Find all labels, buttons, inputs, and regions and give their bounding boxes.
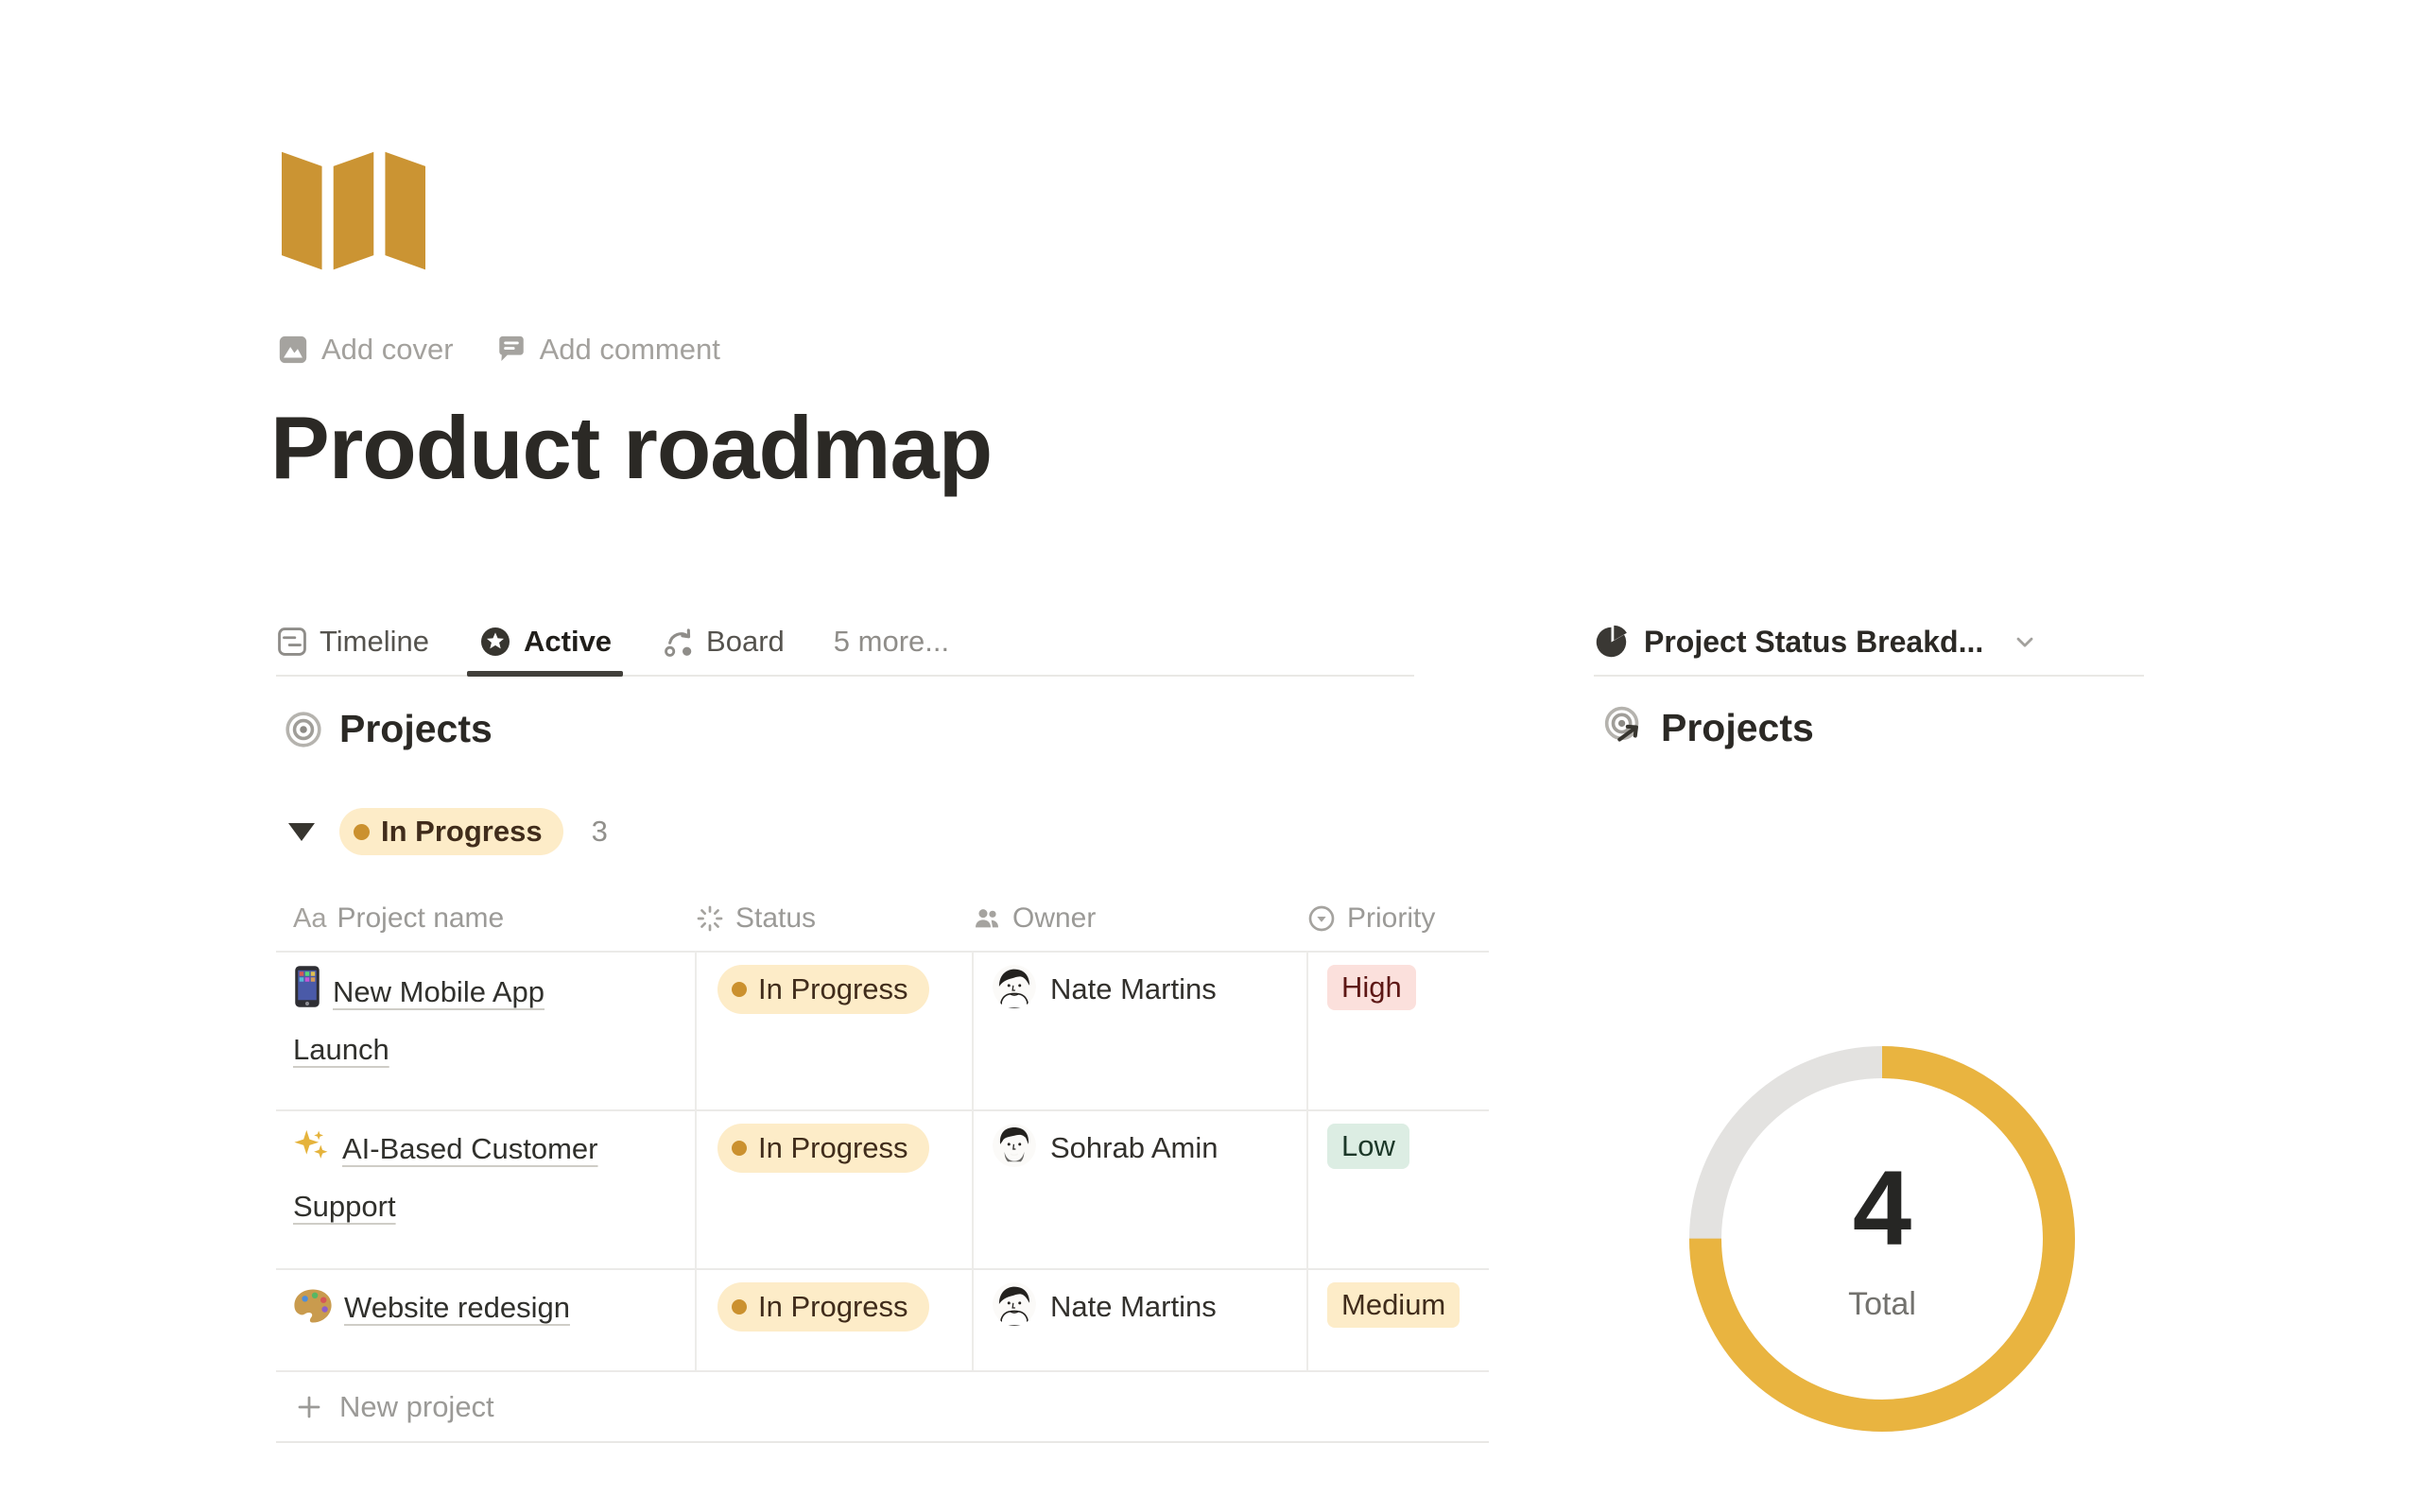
add-cover-button[interactable]: Add cover (277, 333, 454, 367)
table-row-cell-name[interactable]: New Mobile App Launch (276, 951, 695, 1109)
tab-project-status-breakdown[interactable]: Project Status Breakd... (1594, 625, 2038, 660)
page-actions: Add cover Add comment (277, 333, 720, 367)
page-icon-map[interactable] (282, 142, 425, 274)
status-dot-icon (732, 1141, 747, 1156)
table-body: New Mobile App Launch In Progress Nate M… (276, 951, 1489, 1443)
table-row-cell-priority: Medium (1306, 1268, 1489, 1370)
status-donut-chart[interactable] (1688, 1045, 2076, 1433)
column-header-priority[interactable]: Priority (1306, 886, 1489, 951)
table-row-cell-status: In Progress (695, 1268, 972, 1370)
table-row-cell-status: In Progress (695, 1109, 972, 1268)
column-header-status[interactable]: Status (695, 886, 972, 951)
column-header-owner[interactable]: Owner (972, 886, 1306, 951)
table-row-cell-priority: Low (1306, 1109, 1489, 1268)
pie-chart-icon (1594, 625, 1629, 660)
status-label: In Progress (758, 972, 908, 1006)
star-icon (478, 625, 512, 659)
avatar-nate-martins[interactable] (993, 1282, 1036, 1326)
text-icon: Aa (293, 903, 326, 935)
right-tab-label: Project Status Breakd... (1644, 625, 1983, 660)
status-label: In Progress (758, 1131, 908, 1165)
plus-icon (295, 1393, 323, 1421)
table-row-cell-name[interactable]: Website redesign (276, 1268, 695, 1370)
column-label: Priority (1347, 902, 1435, 935)
projects-section-header: Projects (284, 707, 493, 751)
status-label: In Progress (758, 1290, 908, 1324)
linked-projects-title: Projects (1661, 706, 1814, 750)
tab-board-label: Board (706, 625, 785, 659)
table-row-cell-priority: High (1306, 951, 1489, 1109)
more-views-button[interactable]: 5 more... (834, 625, 949, 659)
projects-table: Aa Project name Status Owner (276, 886, 1489, 1443)
add-comment-label: Add comment (540, 333, 720, 367)
active-tab-underline (467, 671, 623, 677)
owner-name: Sohrab Amin (1050, 1124, 1219, 1165)
tab-timeline[interactable]: Timeline (276, 609, 429, 675)
project-link[interactable]: Website redesign (344, 1291, 570, 1324)
avatar-sohrab-amin[interactable] (993, 1124, 1036, 1167)
timeline-view-icon (276, 626, 308, 658)
column-header-project-name[interactable]: Aa Project name (276, 886, 695, 951)
status-dot-icon (732, 1299, 747, 1314)
priority-pill[interactable]: Low (1327, 1124, 1409, 1169)
board-view-icon (661, 625, 695, 659)
status-pill[interactable]: In Progress (717, 965, 929, 1014)
map-icon (282, 142, 425, 274)
table-row-cell-name[interactable]: AI-Based Customer Support (276, 1109, 695, 1268)
collapse-toggle-icon[interactable] (288, 823, 315, 841)
target-icon (284, 710, 323, 749)
chevron-down-icon[interactable] (2012, 628, 2038, 655)
group-count: 3 (592, 815, 608, 849)
table-row-cell-status: In Progress (695, 951, 972, 1109)
right-view-tabs: Project Status Breakd... (1594, 609, 2144, 677)
add-comment-button[interactable]: Add comment (495, 333, 720, 367)
spinner-icon (695, 903, 725, 934)
owner-name: Nate Martins (1050, 965, 1217, 1006)
column-label: Owner (1012, 902, 1096, 935)
mobile-phone-icon (293, 965, 321, 1024)
table-header-row: Aa Project name Status Owner (276, 886, 1489, 951)
new-project-button[interactable]: New project (276, 1370, 1489, 1443)
tab-active[interactable]: Active (478, 609, 612, 675)
comment-icon (495, 334, 527, 366)
people-icon (972, 903, 1002, 934)
status-dot-icon (732, 982, 747, 997)
project-link[interactable]: New Mobile App Launch (293, 975, 544, 1066)
palette-icon (293, 1288, 333, 1340)
group-status-pill[interactable]: In Progress (339, 808, 563, 855)
tab-active-label: Active (524, 625, 612, 659)
status-pill[interactable]: In Progress (717, 1124, 929, 1173)
add-cover-label: Add cover (321, 333, 454, 367)
table-row-cell-owner: Nate Martins (972, 951, 1306, 1109)
sparkles-icon (293, 1127, 331, 1181)
avatar-nate-martins[interactable] (993, 965, 1036, 1008)
target-arrow-icon (1601, 704, 1649, 751)
table-row-cell-owner: Nate Martins (972, 1268, 1306, 1370)
project-link[interactable]: AI-Based Customer Support (293, 1132, 598, 1223)
view-tabs: Timeline Active Board 5 more... (276, 609, 1414, 677)
linked-projects-header: Projects (1601, 704, 1814, 751)
picture-icon (277, 334, 309, 366)
priority-pill[interactable]: High (1327, 965, 1416, 1010)
table-row-cell-owner: Sohrab Amin (972, 1109, 1306, 1268)
page-title: Product roadmap (270, 397, 992, 499)
column-label: Status (735, 902, 816, 935)
column-label: Project name (337, 902, 504, 935)
tab-board[interactable]: Board (661, 609, 785, 675)
owner-name: Nate Martins (1050, 1282, 1217, 1324)
status-pill[interactable]: In Progress (717, 1282, 929, 1332)
status-dot-icon (354, 824, 370, 840)
priority-pill[interactable]: Medium (1327, 1282, 1460, 1328)
projects-section-title: Projects (339, 707, 493, 751)
group-row-in-progress: In Progress 3 (288, 808, 608, 855)
new-project-label: New project (339, 1390, 494, 1424)
group-status-label: In Progress (381, 815, 543, 849)
tab-timeline-label: Timeline (320, 625, 429, 659)
priority-icon (1306, 903, 1337, 934)
